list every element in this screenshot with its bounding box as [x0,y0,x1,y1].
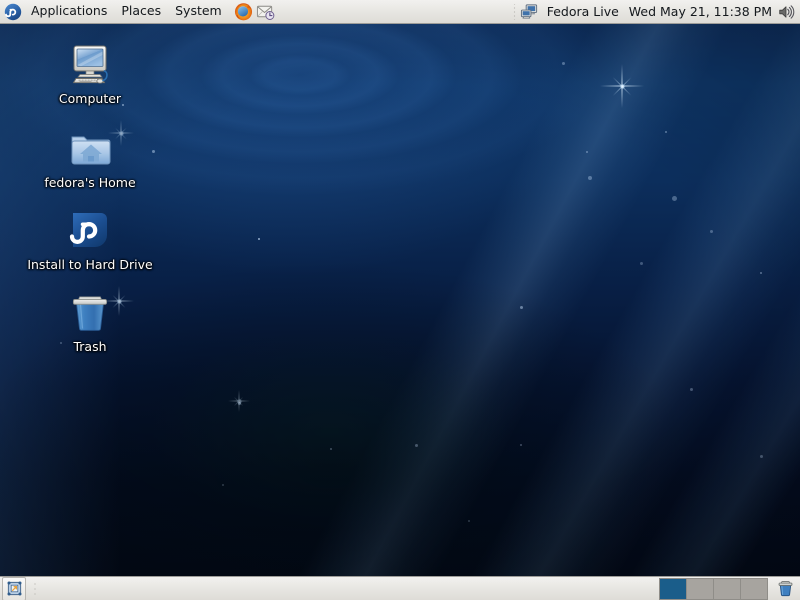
top-panel-right: Fedora Live Wed May 21, 11:38 PM [513,1,800,23]
bottom-panel [0,576,800,600]
trash-icon [66,288,114,336]
workspace-switcher[interactable] [659,578,768,600]
desktop-icon-label: fedora's Home [44,175,135,190]
menu-system[interactable]: System [169,1,228,22]
volume-applet[interactable] [776,1,796,23]
show-desktop-icon [6,580,23,597]
desktop-screen: Computer fedora's Home [0,0,800,600]
trash-icon [776,579,795,598]
session-indicator-icon[interactable] [519,1,541,23]
desktop-icon-home[interactable]: fedora's Home [20,124,160,190]
firefox-icon [234,2,253,21]
desktop-icon-label: Install to Hard Drive [27,257,152,272]
panel-separator [513,4,517,20]
menu-places[interactable]: Places [115,1,167,22]
workspace-4[interactable] [741,579,767,599]
mail-clock-icon [256,2,275,21]
clock-applet[interactable]: Wed May 21, 11:38 PM [625,2,774,22]
computer-icon [66,40,114,88]
workspace-2[interactable] [687,579,713,599]
home-folder-icon [66,124,114,172]
desktop-icon-label: Computer [59,91,121,106]
top-panel-left: Applications Places System [0,1,277,23]
show-desktop-button[interactable] [2,577,26,600]
desktop-icon-area: Computer fedora's Home [0,24,800,576]
workspace-3[interactable] [714,579,740,599]
firefox-launcher[interactable] [233,1,255,23]
top-panel: Applications Places System [0,0,800,24]
session-label: Fedora Live [543,2,623,22]
workspace-1[interactable] [660,579,686,599]
window-list[interactable] [30,578,655,600]
desktop-icon-computer[interactable]: Computer [20,40,160,106]
window-list-grip[interactable] [32,580,37,598]
trash-applet[interactable] [774,578,796,600]
fedora-install-icon [66,206,114,254]
desktop-icon-trash[interactable]: Trash [20,288,160,354]
menu-applications[interactable]: Applications [25,1,113,22]
fedora-logo-icon[interactable] [2,1,24,23]
evolution-launcher[interactable] [255,1,277,23]
desktop-icon-label: Trash [73,339,106,354]
desktop-icon-install[interactable]: Install to Hard Drive [20,206,160,272]
computer-network-icon [520,2,539,21]
speaker-volume-icon [777,3,795,21]
